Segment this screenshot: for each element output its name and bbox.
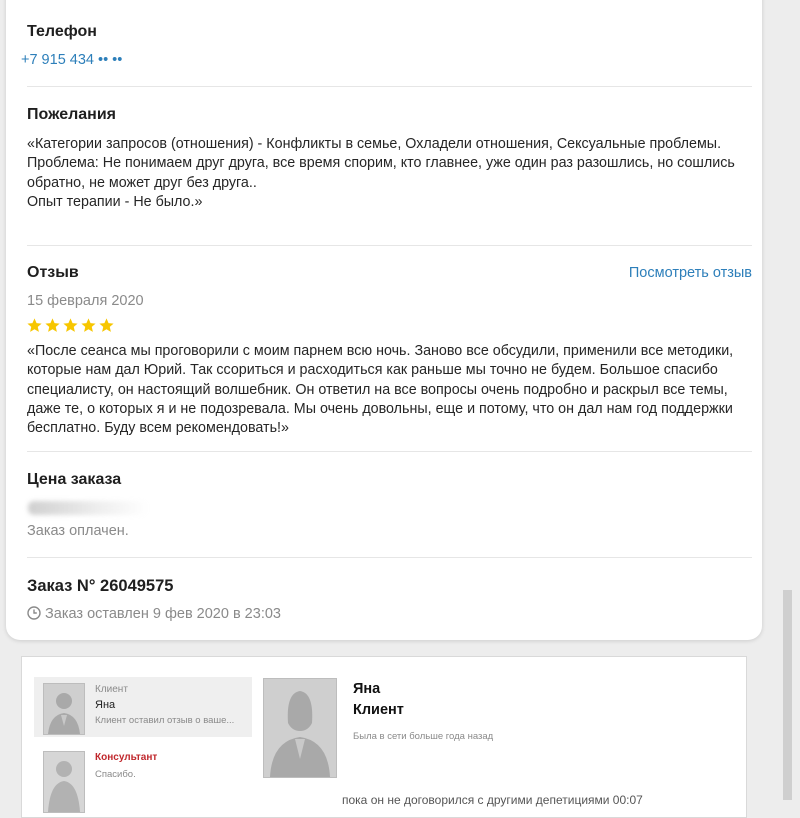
view-review-link[interactable]: Посмотреть отзыв	[629, 265, 752, 281]
avatar	[43, 751, 85, 813]
phone-label: Телефон	[27, 23, 97, 40]
star-icon	[27, 317, 42, 332]
user-silhouette-icon	[48, 693, 80, 734]
wishes-text: «Категории запросов (отношения) - Конфли…	[27, 136, 735, 210]
review-text: «После сеанса мы проговорили с моим парн…	[27, 343, 734, 437]
message-preview-cut: пока он не договорился с другими депетиц…	[342, 793, 643, 807]
divider	[27, 245, 752, 246]
star-icon	[99, 317, 114, 332]
payment-status: Заказ оплачен.	[27, 523, 129, 539]
blurred-price	[28, 501, 148, 515]
price-label: Цена заказа	[27, 471, 122, 488]
user-silhouette-icon	[270, 691, 330, 777]
thread-preview: Спасибо.	[95, 769, 136, 780]
thread-preview: Клиент оставил отзыв о ваше...	[95, 715, 235, 726]
thread-role: Консультант	[95, 752, 158, 763]
scrollbar-thumb[interactable]	[783, 590, 792, 800]
thread-item-client[interactable]: Клиент Яна Клиент оставил отзыв о ваше..…	[34, 677, 252, 737]
divider	[27, 557, 752, 558]
star-icon	[45, 317, 60, 332]
thread-name: Яна	[95, 699, 116, 711]
profile-avatar	[263, 678, 337, 778]
star-icon	[81, 317, 96, 332]
order-placed: Заказ оставлен 9 фев 2020 в 23:03	[27, 606, 281, 622]
profile-name: Яна	[353, 681, 381, 697]
thread-item-consultant[interactable]: Консультант Спасибо.	[34, 745, 252, 813]
user-silhouette-icon	[48, 761, 80, 812]
messenger-panel: Клиент Яна Клиент оставил отзыв о ваше..…	[21, 656, 747, 818]
divider	[27, 86, 752, 87]
review-date: 15 февраля 2020	[27, 293, 144, 309]
divider	[27, 451, 752, 452]
thread-role: Клиент	[95, 684, 128, 695]
star-icon	[63, 317, 78, 332]
review-label: Отзыв	[27, 264, 79, 281]
rating-stars	[26, 314, 116, 336]
order-card: Телефон +7 915 434 •• •• Пожелания «Кате…	[6, 0, 762, 640]
phone-value[interactable]: +7 915 434 •• ••	[21, 52, 122, 68]
profile-role: Клиент	[353, 702, 404, 718]
clock-icon	[27, 606, 41, 620]
order-number: Заказ N° 26049575	[27, 577, 174, 595]
profile-status: Была в сети больше года назад	[353, 731, 494, 742]
avatar	[43, 683, 85, 735]
scrollbar-track[interactable]	[763, 640, 800, 800]
wishes-label: Пожелания	[27, 106, 116, 123]
order-placed-text: Заказ оставлен 9 фев 2020 в 23:03	[45, 606, 281, 622]
